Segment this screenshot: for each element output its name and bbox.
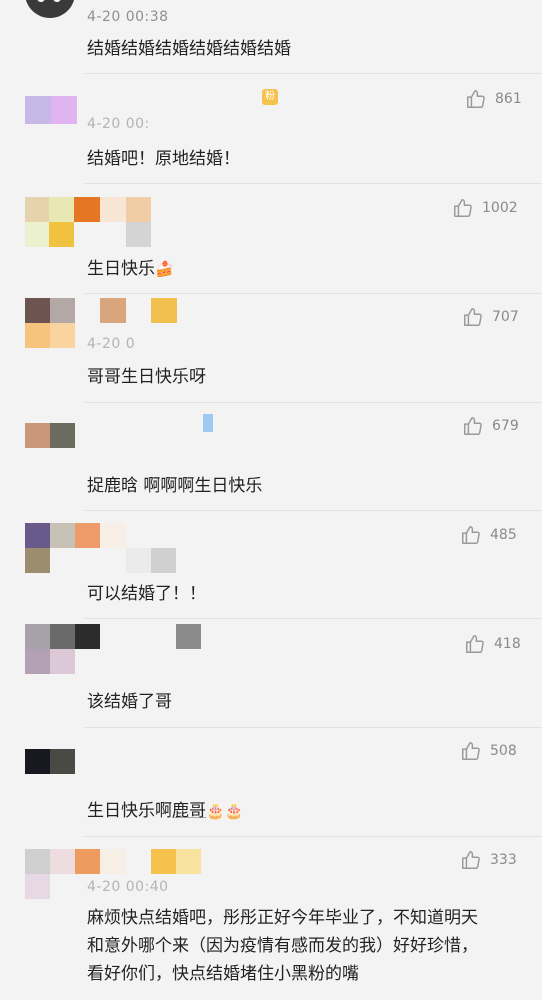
like-button[interactable]: 707 [462, 306, 519, 328]
thumbs-up-icon [462, 742, 480, 760]
like-count: 485 [490, 527, 517, 543]
comment-text: 哥哥生日快乐呀 [87, 367, 206, 387]
mention-link[interactable]: 鹿哥 [172, 801, 206, 821]
user-badge [203, 414, 213, 432]
thumbs-up-icon [462, 526, 480, 544]
like-button[interactable]: 418 [464, 633, 521, 655]
avatar[interactable] [25, 423, 75, 448]
comment-divider [84, 836, 542, 837]
comment-divider [84, 293, 542, 294]
like-button[interactable]: 333 [460, 849, 517, 871]
like-button[interactable]: 1002 [452, 197, 518, 219]
thumbs-up-icon [467, 90, 485, 108]
fan-badge: 粉 [262, 89, 278, 105]
comment-timestamp: 4-20 00:40 [87, 879, 169, 895]
thumbs-up-icon [464, 308, 482, 326]
comment-text: 结婚吧！原地结婚！ [87, 149, 240, 169]
like-count: 333 [490, 852, 517, 868]
comment-text-line: 麻烦快点结婚吧，彤彤正好今年毕业了，不知道明天 [87, 908, 478, 928]
thumbs-up-icon [454, 199, 472, 217]
comment-text: 生日快乐🍰 [87, 256, 174, 283]
comment-text: 该结婚了哥 [87, 692, 172, 712]
thumbs-up-icon [462, 851, 480, 869]
like-count: 508 [490, 743, 517, 759]
birthday-cake-emoji: 🎂🎂 [206, 802, 244, 820]
comment-text: 可以结婚了！！ [87, 584, 206, 604]
comment-timestamp: 4-20 00: [87, 116, 150, 132]
comment-text: 捉鹿晗 啊啊啊生日快乐 [87, 476, 263, 496]
avatar[interactable] [25, 624, 201, 674]
avatar[interactable] [25, 523, 177, 573]
avatar[interactable] [25, 749, 75, 774]
comment-timestamp: 4-20 0 [87, 336, 136, 352]
comment-text-body: 生日快乐 [87, 259, 155, 279]
avatar[interactable] [25, 197, 181, 247]
comment-text: 结婚结婚结婚结婚结婚结婚 [87, 39, 291, 59]
avatar[interactable] [25, 96, 77, 124]
like-button[interactable]: 679 [462, 415, 519, 437]
comment-text-line: 看好你们，快点结婚堵住小黑粉的嘴 [87, 964, 359, 984]
comment-divider [84, 510, 542, 511]
like-count: 707 [492, 309, 519, 325]
cake-emoji: 🍰 [155, 260, 174, 278]
like-button[interactable]: 485 [460, 524, 517, 546]
avatar[interactable] [25, 0, 75, 18]
thumbs-up-icon [464, 417, 482, 435]
comment-divider [84, 727, 542, 728]
comment-feed: 4-20 00:38 结婚结婚结婚结婚结婚结婚 粉 4-20 00: 结婚吧！原… [0, 0, 542, 1000]
like-count: 861 [495, 91, 522, 107]
comment-text-line: 和意外哪个来（因为疫情有感而发的我）好好珍惜， [87, 936, 478, 956]
thumbs-up-icon [466, 635, 484, 653]
like-count: 418 [494, 636, 521, 652]
comment-divider [84, 73, 542, 74]
comment-text-body: 生日快乐啊 [87, 801, 172, 821]
comment-text: 生日快乐啊鹿哥🎂🎂 [87, 798, 243, 825]
comment-divider [84, 402, 542, 403]
comment-divider [84, 183, 542, 184]
comment-divider [84, 618, 542, 619]
like-count: 679 [492, 418, 519, 434]
like-button[interactable]: 508 [460, 740, 517, 762]
comment-timestamp: 4-20 00:38 [87, 9, 169, 25]
like-button[interactable]: 861 [465, 88, 522, 110]
like-count: 1002 [482, 200, 518, 216]
